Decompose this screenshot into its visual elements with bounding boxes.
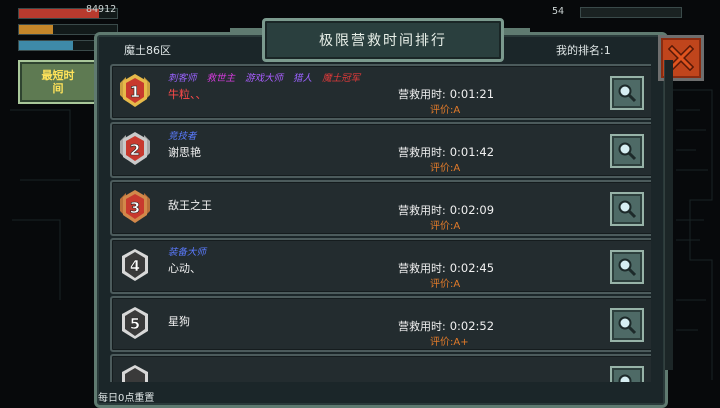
- view-details-button[interactable]: [610, 250, 644, 284]
- player-name: 心动、: [168, 262, 201, 275]
- ranking-row: 2 竞技者 谢思艳 营救用时: 0:01:42 评价:A: [110, 122, 651, 178]
- view-details-button[interactable]: [610, 308, 644, 342]
- grade-value: A+: [453, 337, 469, 348]
- ranking-row: 1 刺客师 救世主 游戏大师 猎人 魔土冠军 牛粒、、 营救用时: 0:01:21 评价:A: [110, 64, 651, 120]
- grade-value: A: [453, 221, 461, 232]
- ranking-row: 4 装备大师 心动、 营救用时: 0:02:45 评价:A: [110, 238, 651, 294]
- rank-number: 2: [130, 141, 140, 159]
- rank-badge-icon: [122, 365, 148, 382]
- player-titles: 竞技者: [168, 128, 207, 142]
- rescue-time-value: 0:01:21: [449, 87, 495, 101]
- rank-badge-icon: 3: [120, 190, 150, 223]
- ranking-list: 1 刺客师 救世主 游戏大师 猎人 魔土冠军 牛粒、、 营救用时: 0:01:21 评价:A 2 竞技…: [110, 64, 651, 382]
- magnifier-icon: [618, 84, 637, 103]
- player-title: 装备大师: [168, 247, 207, 258]
- player-title: 救世主: [206, 73, 236, 84]
- grade: 评价:A: [430, 217, 460, 232]
- magnifier-icon: [618, 200, 637, 219]
- grade: 评价:A: [430, 159, 460, 174]
- rank-badge-icon: 4: [122, 249, 148, 281]
- player-name: 星狗: [168, 315, 190, 328]
- player-title: 游戏大师: [245, 73, 284, 84]
- grade: 评价:A+: [430, 333, 469, 348]
- rescue-time-label: 营救用时:: [398, 146, 446, 159]
- rescue-time: 营救用时: 0:01:21: [398, 86, 494, 102]
- grade: 评价:A: [430, 275, 460, 290]
- rescue-time-label: 营救用时:: [398, 204, 446, 217]
- rescue-time-value: 0:01:42: [449, 145, 495, 159]
- view-details-button[interactable]: [610, 366, 644, 382]
- view-details-button[interactable]: [610, 134, 644, 168]
- ranking-row: [110, 354, 651, 382]
- player-name: 敌王之王: [168, 199, 212, 212]
- stamina-bar-fill: [19, 25, 54, 34]
- rescue-time-label: 营救用时:: [398, 320, 446, 333]
- player-title: 魔土冠军: [322, 73, 361, 84]
- xp-bar-fill: [19, 41, 73, 50]
- title-wing-left: [230, 28, 264, 34]
- rescue-time: 营救用时: 0:02:09: [398, 202, 494, 218]
- ranking-row: 3 敌王之王 营救用时: 0:02:09 评价:A: [110, 180, 651, 236]
- ranking-row: 5 星狗 营救用时: 0:02:52 评价:A+: [110, 296, 651, 352]
- player-title: 刺客师: [168, 73, 197, 84]
- rescue-time: 营救用时: 0:02:45: [398, 260, 494, 276]
- rescue-time-value: 0:02:09: [449, 203, 495, 217]
- rank-badge-icon: 2: [120, 132, 150, 165]
- rank-number: 5: [130, 315, 140, 333]
- rescue-time: [398, 376, 402, 382]
- tab-shortest-time[interactable]: 最短时 间: [18, 60, 98, 104]
- rescue-time-label: 营救用时:: [398, 262, 446, 275]
- list-scrollbar[interactable]: [664, 60, 673, 370]
- magnifier-icon: [618, 316, 637, 335]
- rescue-time: 营救用时: 0:02:52: [398, 318, 494, 334]
- rank-number: 1: [130, 83, 140, 101]
- grade-label: 评价:: [430, 337, 454, 348]
- grade: 评价:A: [430, 101, 460, 116]
- grade-label: 评价:: [430, 221, 454, 232]
- magnifier-icon: [618, 258, 637, 277]
- rank-number: 3: [130, 199, 140, 217]
- player-name: 牛粒、、: [168, 88, 207, 101]
- server-name: 魔土86区: [124, 44, 171, 57]
- rescue-time-value: 0:02:52: [449, 319, 495, 333]
- player-title: 猎人: [293, 73, 313, 84]
- rank-number: 4: [130, 257, 140, 275]
- rank-badge-icon: 1: [120, 74, 150, 107]
- player-name: 谢思艳: [168, 146, 201, 159]
- my-rank: 我的排名:1: [556, 44, 611, 57]
- level-value: 54: [552, 6, 565, 17]
- rescue-time-value: 0:02:45: [449, 261, 495, 275]
- grade-value: A: [453, 279, 461, 290]
- reset-note: 每日0点重置: [98, 393, 155, 404]
- magnifier-icon: [618, 374, 632, 382]
- grade-label: 评价:: [430, 279, 454, 290]
- grade-value: A: [453, 105, 461, 116]
- rescue-time-label: 营救用时:: [398, 88, 446, 101]
- view-details-button[interactable]: [610, 192, 644, 226]
- gold-value: 84912: [86, 4, 117, 15]
- grade-value: A: [453, 163, 461, 174]
- player-titles: 装备大师: [168, 244, 216, 258]
- player-titles: 刺客师 救世主 游戏大师 猎人 魔土冠军: [168, 70, 370, 84]
- player-title: 竞技者: [168, 131, 197, 142]
- top-right-bar: [580, 7, 682, 18]
- view-details-button[interactable]: [610, 76, 644, 110]
- magnifier-icon: [618, 142, 637, 161]
- panel-title: 极限营救时间排行: [262, 18, 504, 62]
- rank-badge-icon: 5: [122, 307, 148, 339]
- rescue-time: 营救用时: 0:01:42: [398, 144, 494, 160]
- grade-label: 评价:: [430, 105, 454, 116]
- grade-label: 评价:: [430, 163, 454, 174]
